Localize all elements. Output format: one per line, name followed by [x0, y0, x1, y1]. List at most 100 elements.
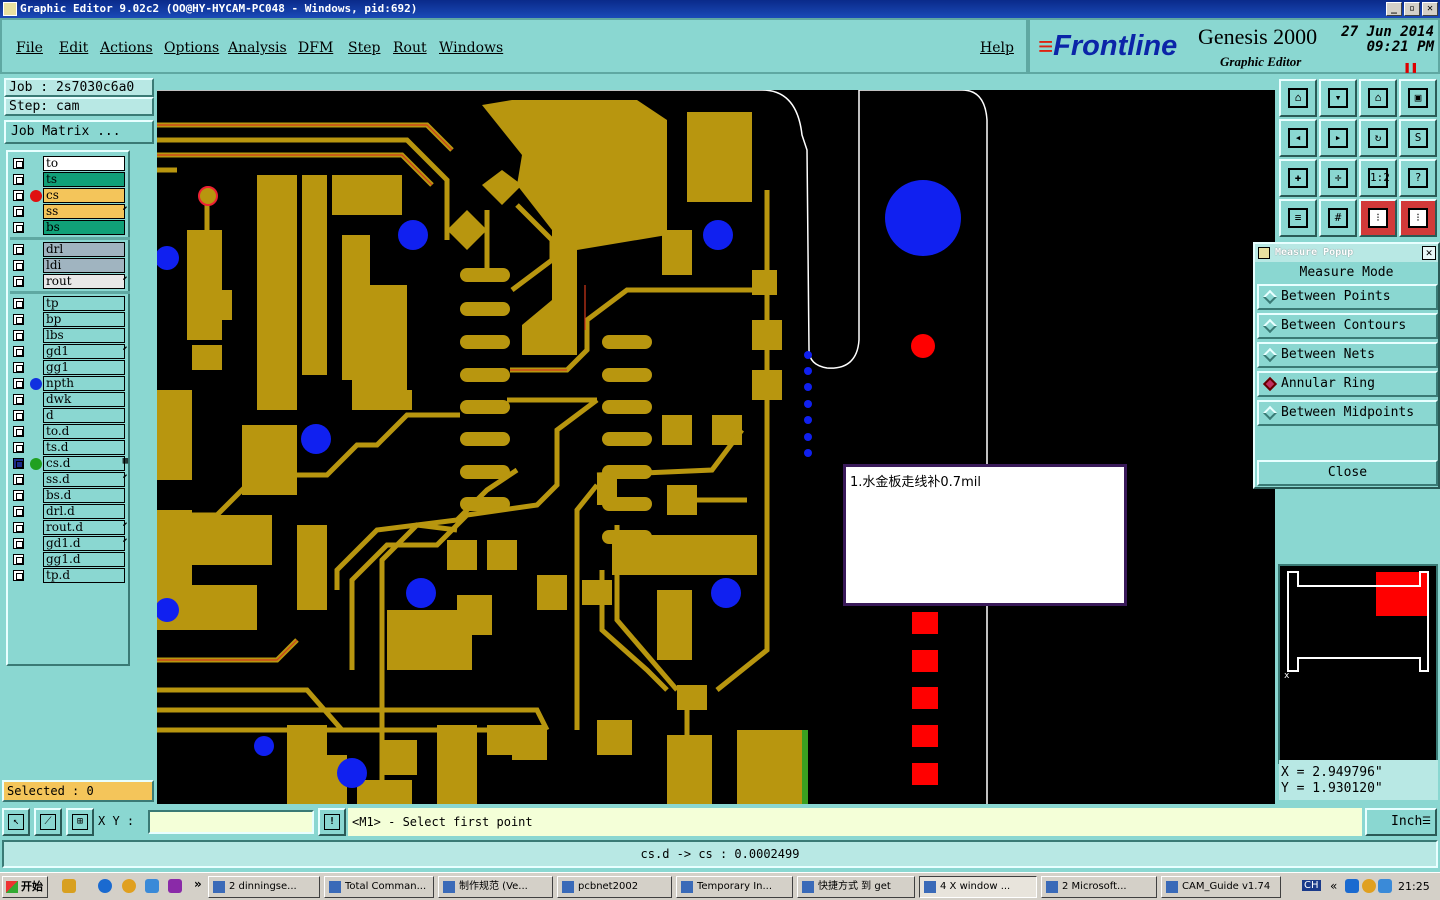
taskbar-item[interactable]: 制作规范 (Ve...: [438, 876, 553, 898]
more-icon[interactable]: »: [194, 877, 202, 891]
menu-options[interactable]: Options: [164, 40, 219, 56]
layer-checkbox[interactable]: [13, 158, 24, 169]
layer-name[interactable]: dwk: [43, 392, 125, 407]
zoom-home-button[interactable]: ⌂: [1279, 79, 1317, 117]
layer-row-gd1[interactable]: gd1 ⬋: [10, 344, 130, 359]
clock-app-icon[interactable]: [122, 879, 136, 893]
layer-row-ss[interactable]: ss ⬋: [10, 204, 130, 219]
layer-row-dwk[interactable]: dwk: [10, 392, 130, 407]
layer-row-cs[interactable]: cs: [10, 188, 130, 203]
layer-name[interactable]: d: [43, 408, 125, 423]
layer-name[interactable]: rout.d: [43, 520, 125, 535]
layer-row-gg1-d[interactable]: gg1.d: [10, 552, 130, 567]
graphic-canvas[interactable]: [157, 90, 1275, 804]
taskbar-item[interactable]: Total Comman...: [324, 876, 434, 898]
menu-actions[interactable]: Actions: [100, 40, 153, 56]
layer-name[interactable]: ts.d: [43, 440, 125, 455]
layer-row-to-d[interactable]: to.d: [10, 424, 130, 439]
layer-row-tp[interactable]: tp: [10, 296, 130, 311]
layer-name[interactable]: ldi: [43, 258, 125, 273]
layer-name[interactable]: lbs: [43, 328, 125, 343]
x-window-icon[interactable]: [168, 879, 182, 893]
layer-name[interactable]: rout: [43, 274, 125, 289]
pause-icon[interactable]: ❚❚: [1404, 60, 1418, 74]
zoom-in-button[interactable]: ▾: [1319, 79, 1357, 117]
layer-row-lbs[interactable]: lbs: [10, 328, 130, 343]
layer-checkbox[interactable]: [13, 314, 24, 325]
layer-checkbox[interactable]: [13, 378, 24, 389]
layer-name[interactable]: ss: [43, 204, 125, 219]
redraw-button[interactable]: ↻: [1359, 119, 1397, 157]
layer-row-rout-d[interactable]: rout.d ⬋: [10, 520, 130, 535]
close-window-button[interactable]: ✕: [1422, 2, 1438, 16]
xy-input[interactable]: [148, 810, 314, 834]
layer-checkbox[interactable]: [13, 330, 24, 341]
units-selector[interactable]: Inch ☰: [1365, 808, 1437, 836]
query-button[interactable]: ?: [1399, 159, 1437, 197]
layer-row-d[interactable]: d: [10, 408, 130, 423]
layer-name[interactable]: tp.d: [43, 568, 125, 583]
measure-option-between-points[interactable]: Between Points: [1257, 284, 1438, 310]
layer-checkbox[interactable]: [13, 394, 24, 405]
layer-checkbox[interactable]: [13, 260, 24, 271]
taskbar-item[interactable]: CAM_Guide v1.74: [1161, 876, 1281, 898]
layer-row-cs-d[interactable]: cs.d ▦: [10, 456, 130, 471]
pan-left-button[interactable]: ◂: [1279, 119, 1317, 157]
layer-row-ts-d[interactable]: ts.d: [10, 440, 130, 455]
feature-select-button[interactable]: ⁝: [1359, 199, 1397, 237]
layer-name[interactable]: ts: [43, 172, 125, 187]
taskbar-item[interactable]: 快捷方式 到 get: [797, 876, 915, 898]
layer-checkbox[interactable]: [13, 490, 24, 501]
layer-name[interactable]: gg1: [43, 360, 125, 375]
measure-option-between-midpoints[interactable]: Between Midpoints: [1257, 400, 1438, 426]
snap-button[interactable]: S: [1399, 119, 1437, 157]
layer-checkbox[interactable]: [13, 222, 24, 233]
layer-checkbox[interactable]: [13, 442, 24, 453]
layer-name[interactable]: gd1.d: [43, 536, 125, 551]
layer-checkbox[interactable]: [13, 298, 24, 309]
measure-option-between-nets[interactable]: Between Nets: [1257, 342, 1438, 368]
close-button[interactable]: Close: [1257, 460, 1438, 486]
layer-row-tp-d[interactable]: tp.d: [10, 568, 130, 583]
measure-option-annular-ring[interactable]: Annular Ring: [1257, 371, 1438, 397]
layer-name[interactable]: gd1: [43, 344, 125, 359]
snap-grid-button[interactable]: ⊞: [66, 808, 94, 836]
layer-row-ts[interactable]: ts: [10, 172, 130, 187]
menu-dfm[interactable]: DFM: [298, 40, 333, 56]
layer-checkbox[interactable]: [13, 410, 24, 421]
layer-row-rout[interactable]: rout ⬋: [10, 274, 130, 289]
menu-step[interactable]: Step: [348, 40, 380, 56]
menu-analysis[interactable]: Analysis: [228, 40, 287, 56]
taskbar-item[interactable]: Temporary In...: [676, 876, 793, 898]
measure-option-between-contours[interactable]: Between Contours: [1257, 313, 1438, 339]
job-matrix-button[interactable]: Job Matrix ...: [4, 120, 154, 144]
start-button[interactable]: 开始: [2, 876, 48, 898]
layer-name[interactable]: drl.d: [43, 504, 125, 519]
layer-checkbox[interactable]: [13, 538, 24, 549]
layer-row-to[interactable]: to: [10, 156, 130, 171]
popup-close-icon[interactable]: ✕: [1422, 246, 1436, 260]
layer-name[interactable]: bs: [43, 220, 125, 235]
layer-name[interactable]: tp: [43, 296, 125, 311]
menu-file[interactable]: File: [16, 40, 43, 56]
layer-name[interactable]: drl: [43, 242, 125, 257]
layer-name[interactable]: npth: [43, 376, 125, 391]
snap-settings-button[interactable]: ≡: [1279, 199, 1317, 237]
layer-row-bs[interactable]: bs: [10, 220, 130, 235]
layer-checkbox[interactable]: [13, 362, 24, 373]
menu-help[interactable]: Help: [980, 40, 1014, 56]
layer-row-drl[interactable]: drl: [10, 242, 130, 257]
layer-name[interactable]: cs.d: [43, 456, 125, 471]
taskbar-item[interactable]: pcbnet2002: [557, 876, 672, 898]
menu-rout[interactable]: Rout: [393, 40, 427, 56]
layer-checkbox[interactable]: [13, 346, 24, 357]
layer-checkbox[interactable]: [13, 458, 24, 469]
layer-checkbox[interactable]: [13, 244, 24, 255]
layer-checkbox[interactable]: [13, 190, 24, 201]
layer-row-ldi[interactable]: ldi: [10, 258, 130, 273]
layer-row-bs-d[interactable]: bs.d: [10, 488, 130, 503]
taskbar-item[interactable]: 2 dinningse...: [208, 876, 320, 898]
layer-name[interactable]: to: [43, 156, 125, 171]
language-indicator[interactable]: CH: [1302, 880, 1321, 891]
home-view-button[interactable]: ⌂: [1359, 79, 1397, 117]
